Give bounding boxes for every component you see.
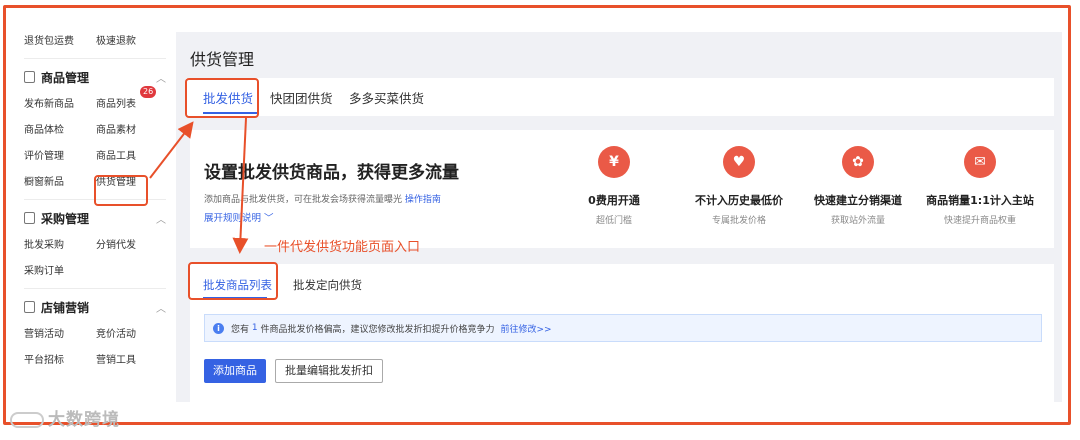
watermark: 大数跨境 xyxy=(10,405,120,430)
arrow-to-tab xyxy=(149,121,194,179)
watermark-text: 大数跨境 xyxy=(48,410,120,430)
annotation-arrows xyxy=(149,117,249,254)
annotation-label: 一件代发供货功能页面入口 xyxy=(264,240,421,255)
watermark-logo xyxy=(10,412,44,428)
arrow-to-list xyxy=(232,117,249,254)
